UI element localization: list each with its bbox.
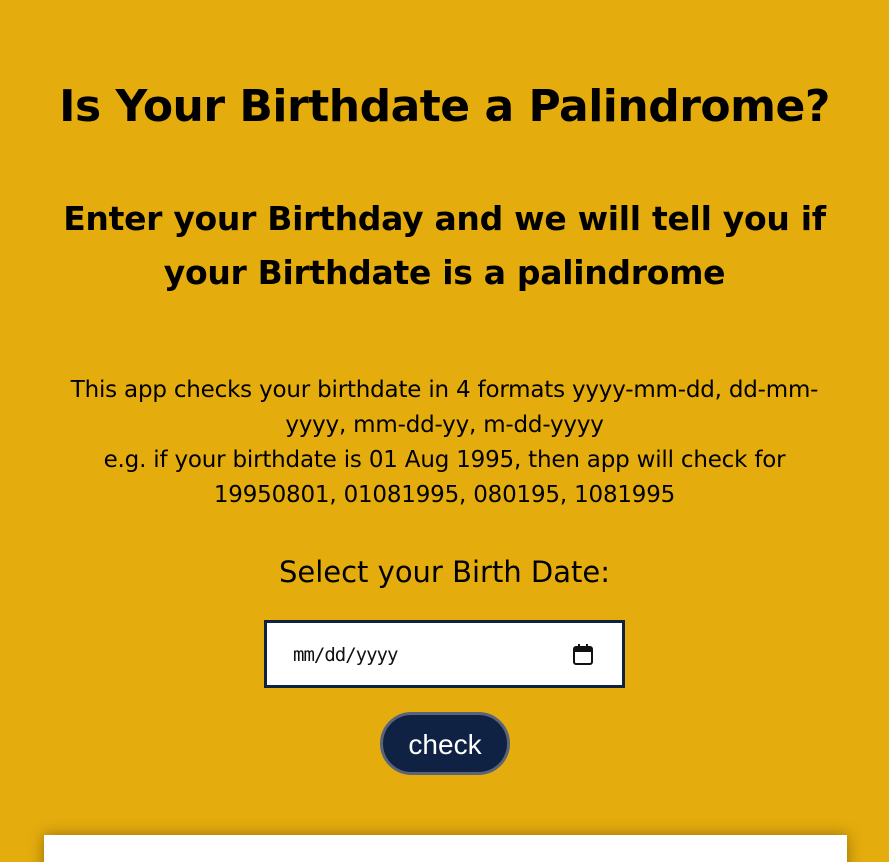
- page-title: Is Your Birthdate a Palindrome?: [59, 81, 830, 132]
- result-output: [44, 835, 847, 862]
- birthdate-label: Select your Birth Date:: [278, 555, 611, 589]
- birthdate-placeholder: mm/dd/yyyy: [293, 644, 398, 666]
- check-button[interactable]: check: [380, 712, 510, 775]
- example-info-line: e.g. if your birthdate is 01 Aug 1995, t…: [103, 447, 786, 508]
- format-info-line: This app checks your birthdate in 4 form…: [70, 377, 819, 438]
- birthdate-input[interactable]: mm/dd/yyyy: [264, 620, 625, 688]
- format-info: This app checks your birthdate in 4 form…: [55, 373, 834, 513]
- page-subtitle: Enter your Birthday and we will tell you…: [63, 199, 826, 292]
- calendar-icon[interactable]: [573, 644, 593, 665]
